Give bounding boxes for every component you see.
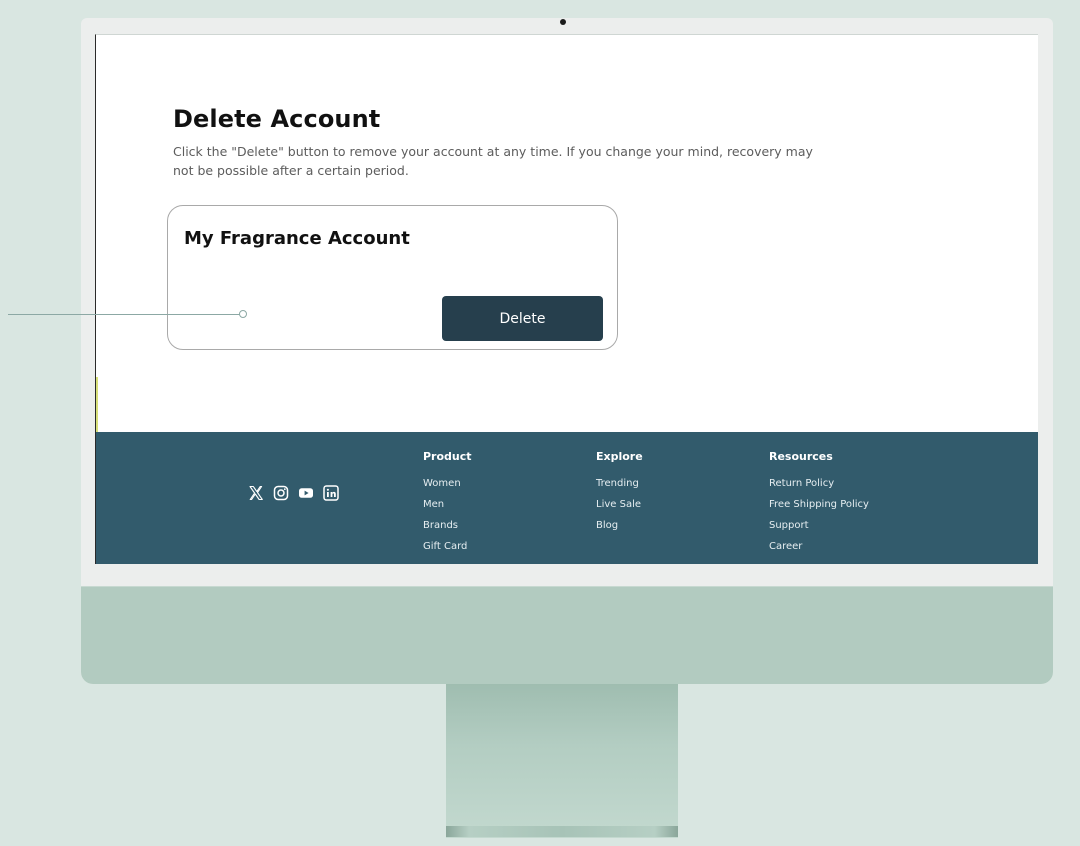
- site-footer: Product Women Men Brands Gift Card Explo…: [96, 432, 1038, 564]
- footer-link-women[interactable]: Women: [423, 477, 472, 498]
- x-icon[interactable]: [248, 485, 264, 501]
- account-card-title: My Fragrance Account: [184, 228, 410, 249]
- footer-column-resources: Resources Return Policy Free Shipping Po…: [769, 450, 869, 561]
- camera-dot: [560, 19, 566, 25]
- instagram-icon[interactable]: [273, 485, 289, 501]
- footer-link-gift-card[interactable]: Gift Card: [423, 540, 472, 561]
- footer-link-free-shipping-policy[interactable]: Free Shipping Policy: [769, 498, 869, 519]
- pointer-line: [8, 314, 240, 315]
- footer-link-blog[interactable]: Blog: [596, 519, 643, 540]
- monitor-stand-base: [446, 826, 678, 837]
- footer-column-explore: Explore Trending Live Sale Blog: [596, 450, 643, 540]
- footer-link-men[interactable]: Men: [423, 498, 472, 519]
- monitor-stand: [446, 684, 678, 838]
- footer-heading-product: Product: [423, 450, 472, 463]
- delete-button[interactable]: Delete: [442, 296, 603, 341]
- footer-heading-explore: Explore: [596, 450, 643, 463]
- monitor-chin: [81, 586, 1053, 684]
- social-links: [248, 485, 339, 501]
- page-title: Delete Account: [173, 105, 381, 133]
- page-description: Click the "Delete" button to remove your…: [173, 144, 813, 178]
- footer-link-support[interactable]: Support: [769, 519, 869, 540]
- footer-column-product: Product Women Men Brands Gift Card: [423, 450, 472, 561]
- youtube-icon[interactable]: [298, 485, 314, 501]
- monitor-frame: Delete Account Click the "Delete" button…: [81, 18, 1053, 684]
- account-card: My Fragrance Account Delete: [167, 205, 618, 350]
- browser-screen: Delete Account Click the "Delete" button…: [95, 34, 1038, 564]
- pointer-dot: [239, 310, 247, 318]
- footer-link-live-sale[interactable]: Live Sale: [596, 498, 643, 519]
- footer-link-return-policy[interactable]: Return Policy: [769, 477, 869, 498]
- linkedin-icon[interactable]: [323, 485, 339, 501]
- footer-link-brands[interactable]: Brands: [423, 519, 472, 540]
- footer-heading-resources: Resources: [769, 450, 833, 463]
- footer-link-trending[interactable]: Trending: [596, 477, 643, 498]
- footer-link-career[interactable]: Career: [769, 540, 869, 561]
